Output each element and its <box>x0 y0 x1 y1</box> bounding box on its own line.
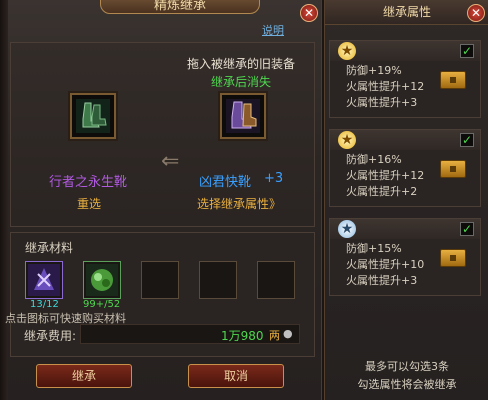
chest-icon <box>440 71 466 89</box>
gold-star-icon: ★ <box>338 131 356 149</box>
material-slot-empty[interactable] <box>199 261 237 299</box>
attribute-lines: 防御+16% 火属性提升+12 火属性提升+2 <box>346 152 424 200</box>
fee-unit: 两 <box>269 329 280 342</box>
attribute-line: 火属性提升+10 <box>346 258 425 271</box>
material-slot-gem[interactable] <box>83 261 121 299</box>
attribute-checkbox[interactable]: ✓ <box>460 222 474 236</box>
attributes-title: 继承属性 <box>325 0 488 25</box>
attribute-line: 火属性提升+3 <box>346 274 418 287</box>
chest-icon <box>440 249 466 267</box>
silver-star-icon: ★ <box>338 220 356 238</box>
inherit-button[interactable]: 继承 <box>36 364 132 388</box>
attribute-line: 火属性提升+3 <box>346 96 418 109</box>
close-icon[interactable]: ✕ <box>300 4 318 22</box>
attribute-line: 火属性提升+12 <box>346 169 425 182</box>
arrow-left-icon: ⇐ <box>161 149 180 174</box>
fee-value: 1万980 <box>221 329 264 343</box>
attribute-card: ★ ✓ 防御+16% 火属性提升+12 火属性提升+2 <box>329 129 481 207</box>
attribute-line: 防御+15% <box>346 242 402 255</box>
panel-title: 精炼继承 <box>100 0 260 14</box>
attribute-checkbox[interactable]: ✓ <box>460 44 474 58</box>
attribute-line: 火属性提升+2 <box>346 185 418 198</box>
source-item-name: 行者之永生靴 <box>49 175 128 190</box>
material-slot-empty[interactable] <box>141 261 179 299</box>
chest-icon <box>440 160 466 178</box>
target-item-slot[interactable] <box>220 93 266 139</box>
close-icon[interactable]: ✕ <box>467 4 485 22</box>
boots-icon <box>226 99 260 133</box>
fee-bar: 1万980 两 ● <box>80 324 300 344</box>
coin-icon: ● <box>283 327 293 340</box>
help-link[interactable]: 说明 <box>262 22 284 38</box>
note-line: 最多可以勾选3条 <box>365 360 449 373</box>
inherit-panel: 精炼继承 说明 ✕ 拖入被继承的旧装备 继承后消失 ⇐ 行者之永生靴 重选 凶君… <box>0 0 322 400</box>
source-item-slot[interactable] <box>70 93 116 139</box>
panel-edge <box>0 0 8 400</box>
boots-icon <box>76 99 110 133</box>
attribute-lines: 防御+15% 火属性提升+10 火属性提升+3 <box>346 241 424 289</box>
attributes-panel: 继承属性 ✕ ★ ✓ 防御+19% 火属性提升+12 火属性提升+3 ★ ✓ 防… <box>324 0 488 400</box>
target-item-level: +3 <box>264 171 284 186</box>
attribute-line: 防御+16% <box>346 153 402 166</box>
select-attributes-link[interactable]: 选择继承属性》 <box>197 195 281 212</box>
target-item-name: 凶君快靴 <box>199 175 252 190</box>
vanish-note: 继承后消失 <box>211 75 272 89</box>
instruction-text: 拖入被继承的旧装备 <box>187 57 296 71</box>
materials-label: 继承材料 <box>25 241 74 255</box>
material-count: 13/12 <box>30 299 59 310</box>
fee-label: 继承费用: <box>24 329 77 343</box>
attribute-line: 火属性提升+12 <box>346 80 425 93</box>
selection-note: 最多可以勾选3条 勾选属性将会被继承 <box>325 358 488 394</box>
attribute-line: 防御+19% <box>346 64 402 77</box>
reselect-button[interactable]: 重选 <box>77 195 101 212</box>
attribute-card: ★ ✓ 防御+15% 火属性提升+10 火属性提升+3 <box>329 218 481 296</box>
material-slot-empty[interactable] <box>257 261 295 299</box>
material-count: 99+/52 <box>83 299 121 310</box>
green-gem-icon <box>86 264 118 296</box>
material-slot-crystal[interactable] <box>25 261 63 299</box>
gold-star-icon: ★ <box>338 42 356 60</box>
equipment-frame: 拖入被继承的旧装备 继承后消失 ⇐ 行者之永生靴 重选 凶君快靴 +3 选择继承… <box>10 42 315 227</box>
attribute-card: ★ ✓ 防御+19% 火属性提升+12 火属性提升+3 <box>329 40 481 118</box>
purple-crystal-icon <box>28 264 60 296</box>
note-line: 勾选属性将会被继承 <box>357 378 457 391</box>
cancel-button[interactable]: 取消 <box>188 364 284 388</box>
attribute-lines: 防御+19% 火属性提升+12 火属性提升+3 <box>346 63 424 111</box>
attribute-checkbox[interactable]: ✓ <box>460 133 474 147</box>
